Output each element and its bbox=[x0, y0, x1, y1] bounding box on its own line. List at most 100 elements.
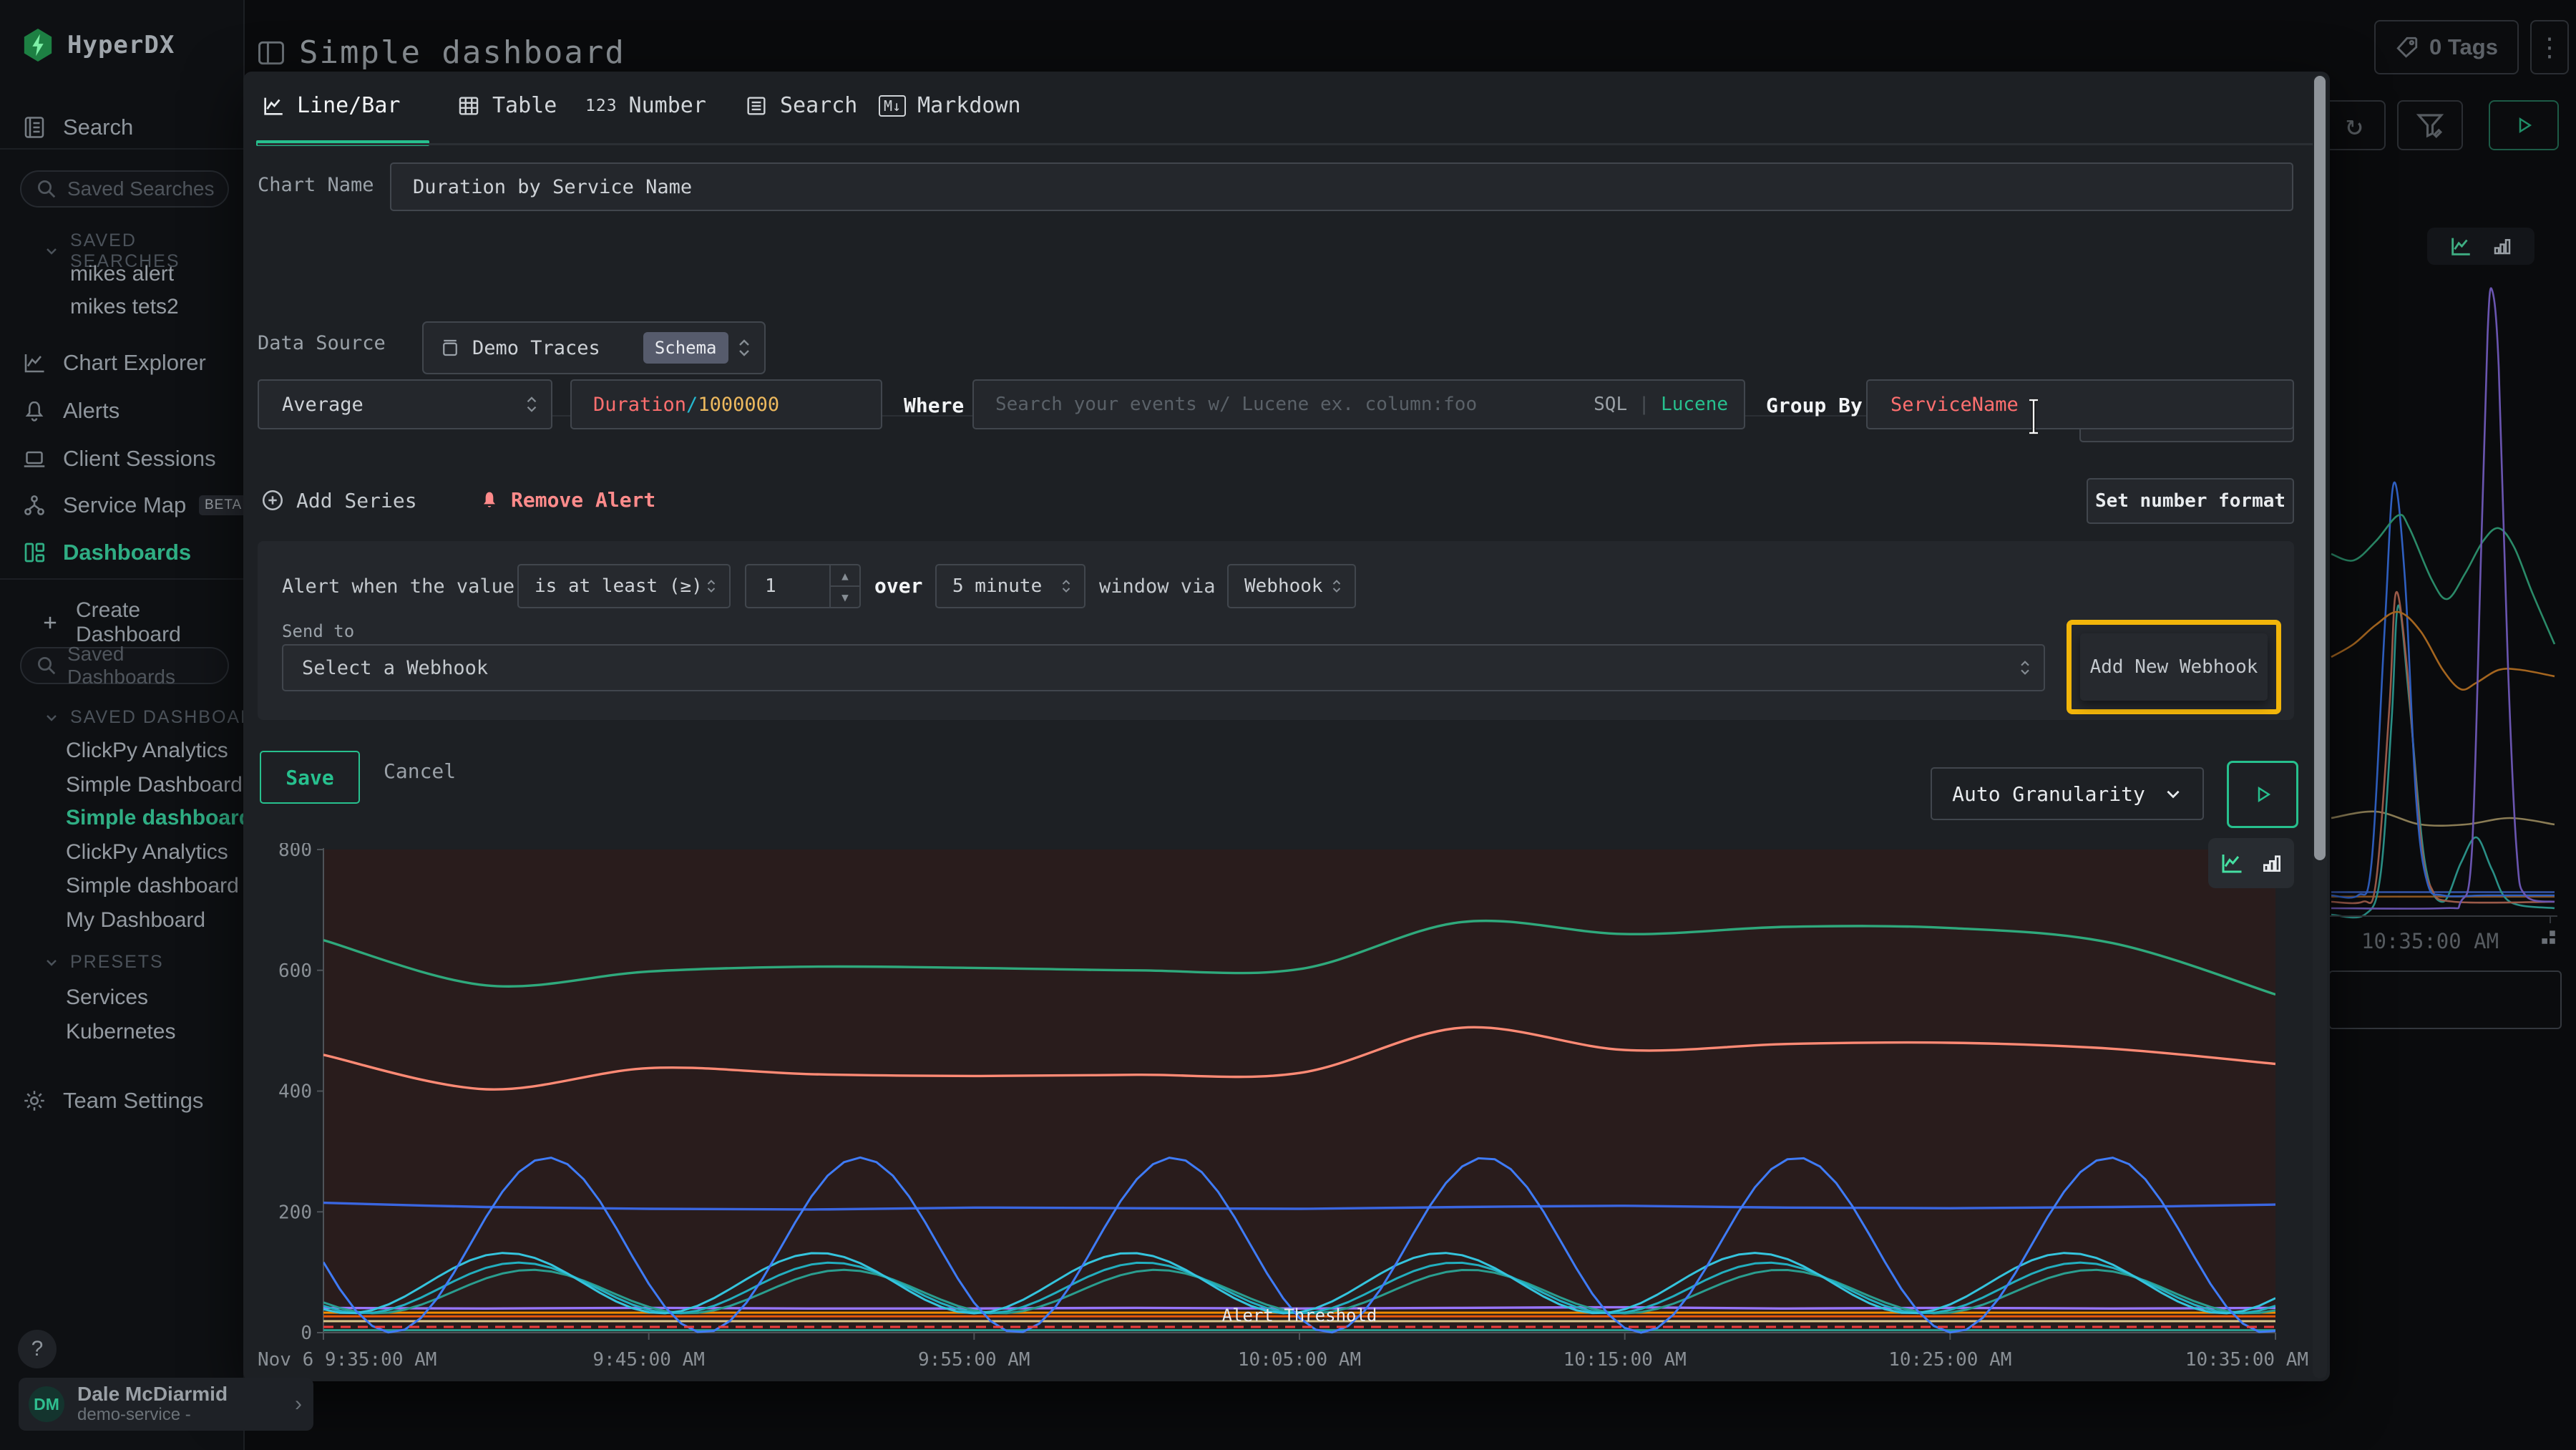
bar-chart-icon[interactable] bbox=[2260, 852, 2283, 875]
comparator-value: is at least (≥) bbox=[535, 575, 703, 597]
saved-dashboard-item[interactable]: ClickPy Analytics bbox=[66, 739, 228, 763]
svg-text:0: 0 bbox=[301, 1323, 312, 1344]
saved-searches-input[interactable]: Saved Searches bbox=[20, 170, 229, 208]
preview-chart-type-toggle[interactable] bbox=[2208, 838, 2294, 888]
create-dashboard-button[interactable]: Create Dashboard bbox=[40, 598, 243, 647]
granularity-select[interactable]: Auto Granularity bbox=[1931, 767, 2204, 820]
add-new-webhook-button[interactable]: Add New Webhook bbox=[2080, 633, 2268, 701]
bar-chart-icon[interactable] bbox=[2492, 235, 2513, 257]
saved-dashboard-item[interactable]: ClickPy Analytics bbox=[66, 840, 228, 865]
saved-search-item[interactable]: mikes alert bbox=[70, 262, 174, 286]
sql-toggle[interactable]: SQL bbox=[1594, 394, 1627, 415]
kebab-menu-button[interactable]: ⋮ bbox=[2530, 20, 2569, 74]
number-stepper[interactable]: ▲▼ bbox=[829, 565, 859, 607]
data-source-value: Demo Traces bbox=[472, 337, 600, 359]
expr-divisor: 1000000 bbox=[698, 394, 779, 416]
stepper-down-icon[interactable]: ▼ bbox=[831, 585, 859, 607]
cancel-button[interactable]: Cancel bbox=[384, 759, 456, 783]
webhook-select[interactable]: Select a Webhook bbox=[282, 644, 2045, 691]
help-button[interactable]: ? bbox=[18, 1330, 57, 1368]
save-button[interactable]: Save bbox=[260, 751, 360, 804]
lucene-toggle[interactable]: Lucene bbox=[1661, 394, 1728, 415]
filter-button[interactable] bbox=[2397, 100, 2463, 150]
tile-input-behind[interactable] bbox=[2328, 970, 2562, 1029]
tab-table[interactable]: Table bbox=[457, 93, 557, 118]
sidebar-item-label: Search bbox=[63, 115, 133, 140]
saved-dashboards-input[interactable]: Saved Dashboards bbox=[20, 647, 229, 684]
saved-search-item[interactable]: mikes tets2 bbox=[70, 295, 179, 319]
group-by-value: ServiceName bbox=[1890, 394, 2019, 416]
sidebar-item-label: Team Settings bbox=[63, 1088, 203, 1114]
event-search-input[interactable]: Search your events w/ Lucene ex. column:… bbox=[972, 379, 1745, 429]
set-number-format-button[interactable]: Set number format bbox=[2087, 478, 2294, 524]
remove-alert-button[interactable]: Remove Alert bbox=[478, 488, 655, 512]
comparator-select[interactable]: is at least (≥) bbox=[517, 564, 731, 608]
sidebar-item-label: Alerts bbox=[63, 398, 119, 424]
sidebar-item-search[interactable]: Search bbox=[21, 115, 133, 140]
divider bbox=[0, 148, 243, 150]
sidebar-item-client-sessions[interactable]: Client Sessions bbox=[21, 446, 216, 472]
group-by-input[interactable]: ServiceName bbox=[1866, 379, 2294, 429]
add-webhook-highlight: Add New Webhook bbox=[2067, 620, 2281, 714]
channel-select[interactable]: Webhook bbox=[1227, 564, 1356, 608]
sidebar-item-alerts[interactable]: Alerts bbox=[21, 398, 119, 424]
tab-label: Line/Bar bbox=[297, 93, 401, 118]
add-series-button[interactable]: Add Series bbox=[260, 488, 417, 512]
tab-line-bar[interactable]: Line/Bar bbox=[261, 93, 401, 118]
chart-name-input[interactable]: Duration by Service Name bbox=[390, 162, 2293, 211]
svg-text:10:15:00 AM: 10:15:00 AM bbox=[1563, 1349, 1687, 1371]
saved-dashboard-item-active[interactable]: Simple dashboard bbox=[66, 806, 245, 830]
preset-item[interactable]: Services bbox=[66, 986, 148, 1010]
line-chart-icon[interactable] bbox=[2219, 850, 2245, 876]
svg-text:600: 600 bbox=[278, 960, 312, 982]
edit-chart-modal: Line/Bar Table 123 Number Search M↓ Mark… bbox=[243, 72, 2330, 1381]
threshold-number-input[interactable]: 1 ▲▼ bbox=[745, 564, 861, 608]
sidebar-collapse-icon[interactable] bbox=[255, 37, 287, 69]
data-source-select[interactable]: Demo Traces Schema bbox=[422, 321, 766, 374]
modal-scrollbar-thumb[interactable] bbox=[2314, 76, 2326, 860]
channel-value: Webhook bbox=[1244, 575, 1323, 597]
aggregation-select[interactable]: Average bbox=[258, 379, 552, 429]
run-chart-button[interactable] bbox=[2227, 761, 2298, 828]
alert-bell-icon bbox=[478, 489, 501, 512]
tile-chart-type-toggle[interactable] bbox=[2427, 228, 2534, 265]
group-by-label: Group By bbox=[1766, 394, 1863, 417]
saved-dashboard-item[interactable]: Simple Dashboard bbox=[66, 773, 243, 797]
page-title[interactable]: Simple dashboard bbox=[299, 34, 625, 71]
tile-resize-handle[interactable] bbox=[2539, 928, 2557, 946]
presets-header[interactable]: PRESETS bbox=[43, 952, 164, 973]
tab-markdown[interactable]: M↓ Markdown bbox=[879, 93, 1021, 118]
sidebar-item-dashboards[interactable]: Dashboards bbox=[21, 540, 191, 565]
threshold-value: 1 bbox=[765, 575, 776, 597]
modal-scrollbar[interactable] bbox=[2313, 74, 2327, 1378]
mouse-ibeam-cursor bbox=[2026, 398, 2041, 435]
sidebar-item-service-map[interactable]: Service Map bbox=[21, 492, 186, 518]
sidebar-item-team-settings[interactable]: Team Settings bbox=[21, 1088, 203, 1114]
sidebar-item-label: Dashboards bbox=[63, 540, 191, 565]
saved-dashboard-item[interactable]: Simple dashboard bbox=[66, 874, 239, 898]
updown-chevron-icon bbox=[524, 394, 540, 414]
preset-item[interactable]: Kubernetes bbox=[66, 1020, 175, 1044]
alert-preview-chart: 0200400600800Nov 6 9:35:00 AM9:45:00 AM9… bbox=[258, 843, 2311, 1381]
window-select[interactable]: 5 minute bbox=[935, 564, 1085, 608]
saved-dashboards-header[interactable]: SAVED DASHBOARDS bbox=[43, 707, 245, 728]
expression-input[interactable]: Duration/1000000 bbox=[570, 379, 882, 429]
stepper-up-icon[interactable]: ▲ bbox=[831, 565, 859, 585]
tab-number[interactable]: 123 Number bbox=[585, 93, 706, 118]
sidebar-item-chart-explorer[interactable]: Chart Explorer bbox=[21, 350, 206, 376]
schema-badge: Schema bbox=[643, 332, 728, 364]
brand[interactable]: HyperDX bbox=[21, 27, 175, 63]
chart-name-label: Chart Name bbox=[258, 174, 374, 196]
saved-dashboard-item[interactable]: My Dashboard bbox=[66, 908, 205, 933]
tab-search[interactable]: Search bbox=[744, 93, 857, 118]
tags-button[interactable]: 0 Tags bbox=[2374, 20, 2519, 74]
tabs-divider bbox=[258, 143, 2316, 145]
app-root: Simple dashboard 0 Tags ⋮ ↻ 10:35:00 AM … bbox=[0, 0, 2576, 1450]
line-chart-icon[interactable] bbox=[2449, 234, 2473, 258]
saved-searches-placeholder: Saved Searches bbox=[67, 177, 214, 200]
user-menu[interactable]: DM Dale McDiarmid demo-service - › bbox=[19, 1378, 313, 1431]
refresh-button[interactable]: ↻ bbox=[2323, 100, 2386, 150]
run-query-button-behind[interactable] bbox=[2489, 100, 2559, 150]
sidebar: HyperDX Search Saved Searches SAVED SEAR… bbox=[0, 0, 245, 1450]
user-name: Dale McDiarmid bbox=[77, 1383, 228, 1406]
